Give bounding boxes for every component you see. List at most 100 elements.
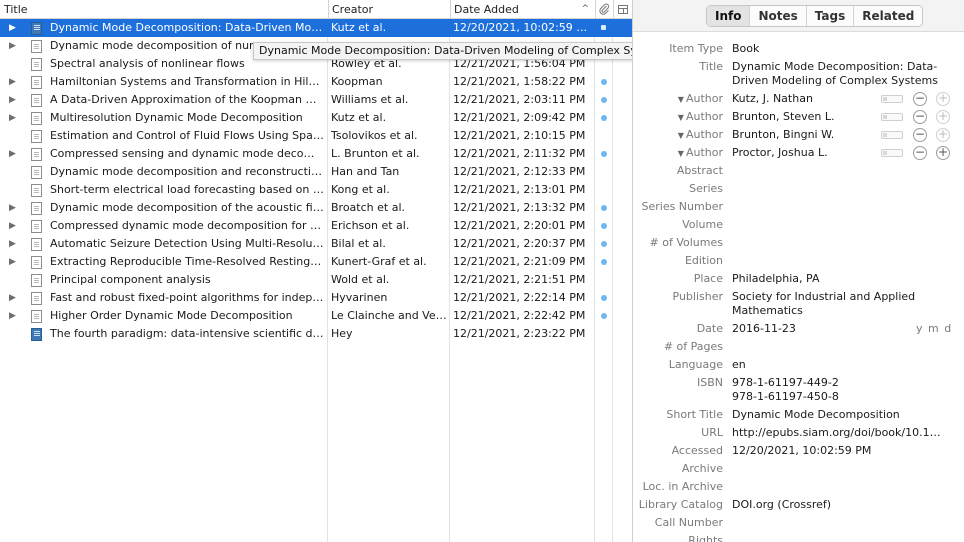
creator-type-label[interactable]: Author	[686, 92, 723, 105]
creator-name-mode-toggle[interactable]	[881, 149, 903, 157]
add-creator-button[interactable]: +	[936, 92, 950, 106]
table-row[interactable]: ▶ Compressed sensing and dynamic mode dec…	[0, 145, 632, 163]
creator-type-label[interactable]: Author	[686, 110, 723, 123]
field-value-short-title[interactable]: Dynamic Mode Decomposition	[732, 408, 960, 422]
attachment-dot-icon[interactable]	[601, 313, 607, 319]
attachment-indicator	[601, 25, 606, 30]
field-label-place: Place	[693, 272, 723, 285]
add-creator-button[interactable]: +	[936, 146, 950, 160]
attachment-dot-icon[interactable]	[601, 241, 607, 247]
table-row[interactable]: Short-term electrical load forecasting b…	[0, 181, 632, 199]
item-info-fields: Item Type Book Title Dynamic Mode Decomposi…	[633, 42, 964, 542]
tab-tags[interactable]: Tags	[805, 6, 853, 26]
expand-triangle-icon[interactable]: ▶	[9, 307, 21, 325]
table-row[interactable]: ▶ A Data-Driven Approximation of the Koop…	[0, 91, 632, 109]
field-label-date: Date	[696, 322, 723, 335]
remove-creator-button[interactable]: −	[913, 92, 927, 106]
field-value-title[interactable]: Dynamic Mode Decomposition: Data-Driven …	[732, 60, 960, 88]
expand-triangle-icon[interactable]: ▶	[9, 217, 21, 235]
column-header-notes[interactable]	[613, 0, 632, 18]
field-value-accessed[interactable]: 12/20/2021, 10:02:59 PM	[732, 444, 960, 458]
creator-type-label[interactable]: Author	[686, 128, 723, 141]
creator-type-caret-icon[interactable]: ▼	[678, 95, 684, 104]
attachment-dot-icon[interactable]	[601, 223, 607, 229]
remove-creator-button[interactable]: −	[913, 146, 927, 160]
field-value-place[interactable]: Philadelphia, PA	[732, 272, 960, 286]
document-item-icon	[31, 130, 42, 143]
table-row[interactable]: ▶ Multiresolution Dynamic Mode Decomposit…	[0, 109, 632, 127]
expand-triangle-icon[interactable]: ▶	[9, 145, 21, 163]
creator-type-label[interactable]: Author	[686, 146, 723, 159]
table-row[interactable]: ▶ Dynamic Mode Decomposition: Data-Driven…	[0, 19, 632, 37]
field-value-language[interactable]: en	[732, 358, 960, 372]
creator-name-mode-toggle[interactable]	[881, 113, 903, 121]
field-value-author[interactable]: Kutz, J. Nathan	[732, 92, 872, 106]
document-item-icon	[31, 184, 42, 197]
item-date-added: 12/20/2021, 10:02:59 …	[453, 21, 588, 34]
attachment-dot-icon[interactable]	[601, 205, 607, 211]
field-label-series: Series	[689, 182, 723, 195]
field-label-loc-in-archive: Loc. in Archive	[642, 480, 723, 493]
field-value-isbn[interactable]: 978-1-61197-449-2 978-1-61197-450-8	[732, 376, 960, 404]
field-value-publisher[interactable]: Society for Industrial and Applied Mathe…	[732, 290, 960, 318]
table-row[interactable]: Estimation and Control of Fluid Flows Us…	[0, 127, 632, 145]
expand-triangle-icon[interactable]: ▶	[9, 109, 21, 127]
expand-triangle-icon[interactable]: ▶	[9, 253, 21, 271]
item-date-added: 12/21/2021, 2:09:42 PM	[453, 111, 586, 124]
attachment-dot-icon[interactable]	[601, 259, 607, 265]
creator-name-mode-toggle[interactable]	[881, 131, 903, 139]
column-header-attachments[interactable]	[595, 0, 613, 18]
expand-triangle-icon[interactable]: ▶	[9, 19, 21, 37]
add-creator-button[interactable]: +	[936, 128, 950, 142]
attachment-dot-icon[interactable]	[601, 79, 607, 85]
attachment-dot-icon[interactable]	[601, 295, 607, 301]
attachment-dot-icon[interactable]	[601, 25, 607, 31]
attachment-dot-icon[interactable]	[601, 115, 607, 121]
column-header-date-added[interactable]: Date Added ^	[450, 0, 595, 18]
attachment-dot-icon[interactable]	[601, 151, 607, 157]
field-value-item-type[interactable]: Book	[732, 42, 960, 56]
tab-info[interactable]: Info	[707, 6, 750, 26]
field-value-author[interactable]: Brunton, Bingni W.	[732, 128, 872, 142]
table-row[interactable]: The fourth paradigm: data-intensive scie…	[0, 325, 632, 343]
table-row[interactable]: ▶ Fast and robust fixed-point algorithms …	[0, 289, 632, 307]
field-value-url[interactable]: http://epubs.siam.org/doi/book/10.1…	[732, 426, 950, 440]
column-header-creator[interactable]: Creator	[328, 0, 450, 18]
tab-related[interactable]: Related	[853, 6, 922, 26]
creator-type-caret-icon[interactable]: ▼	[678, 149, 684, 158]
table-row[interactable]: ▶ Hamiltonian Systems and Transformation …	[0, 73, 632, 91]
creator-name-mode-toggle[interactable]	[881, 95, 903, 103]
expand-triangle-icon[interactable]: ▶	[9, 289, 21, 307]
document-icon-glyph	[31, 220, 42, 233]
field-label-item-type: Item Type	[669, 42, 723, 55]
document-item-icon	[31, 220, 42, 233]
table-row[interactable]: Dynamic mode decomposition and reconstru…	[0, 163, 632, 181]
expand-triangle-icon[interactable]: ▶	[9, 73, 21, 91]
field-value-author[interactable]: Proctor, Joshua L.	[732, 146, 872, 160]
document-icon-glyph	[31, 310, 42, 323]
add-creator-button[interactable]: +	[936, 110, 950, 124]
field-value-author[interactable]: Brunton, Steven L.	[732, 110, 872, 124]
table-row[interactable]: ▶ Higher Order Dynamic Mode Decomposition…	[0, 307, 632, 325]
remove-creator-button[interactable]: −	[913, 110, 927, 124]
field-row-date: Date 2016-11-23 y m d	[633, 322, 964, 340]
expand-triangle-icon[interactable]: ▶	[9, 91, 21, 109]
table-row[interactable]: ▶ Dynamic mode decomposition of the acous…	[0, 199, 632, 217]
field-value-library-catalog[interactable]: DOI.org (Crossref)	[732, 498, 960, 512]
expand-triangle-icon[interactable]: ▶	[9, 199, 21, 217]
item-creator: L. Brunton et al.	[331, 147, 420, 160]
table-row[interactable]: ▶ Compressed dynamic mode decomposition f…	[0, 217, 632, 235]
column-header-title[interactable]: Title	[0, 0, 328, 18]
remove-creator-button[interactable]: −	[913, 128, 927, 142]
creator-type-caret-icon[interactable]: ▼	[678, 131, 684, 140]
item-title: Compressed dynamic mode decomposition fo…	[50, 219, 324, 232]
creator-type-caret-icon[interactable]: ▼	[678, 113, 684, 122]
table-row[interactable]: ▶ Extracting Reproducible Time-Resolved R…	[0, 253, 632, 271]
tab-notes[interactable]: Notes	[749, 6, 805, 26]
table-row[interactable]: ▶ Automatic Seizure Detection Using Multi…	[0, 235, 632, 253]
expand-triangle-icon[interactable]: ▶	[9, 235, 21, 253]
table-row[interactable]: Principal component analysis Wold et al. 1…	[0, 271, 632, 289]
expand-triangle-icon[interactable]: ▶	[9, 37, 21, 55]
item-title: The fourth paradigm: data-intensive scie…	[50, 327, 324, 340]
attachment-dot-icon[interactable]	[601, 97, 607, 103]
